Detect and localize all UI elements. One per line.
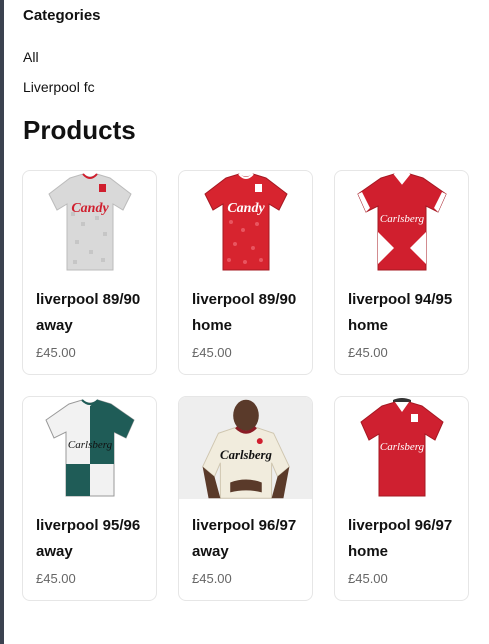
cream-carlsberg-shirt-model-icon: Carlsberg [202,399,290,499]
window-left-edge [0,0,4,644]
svg-text:Candy: Candy [71,201,109,216]
product-image: Carlsberg [23,397,156,499]
svg-text:Candy: Candy [227,201,265,216]
product-image: Carlsberg [179,397,312,499]
svg-text:Carlsberg: Carlsberg [67,439,112,451]
product-price: £45.00 [36,571,76,586]
product-name: liverpool 95/96 away [36,517,141,560]
svg-text:Carlsberg: Carlsberg [379,441,424,453]
red-candy-shirt-icon: Candy [203,173,288,271]
product-card[interactable]: Candy liverpool 89/90 home £45.00 [178,170,313,375]
product-card[interactable]: Carlsberg liverpool 94/95 home £45.00 [334,170,469,375]
product-card[interactable]: Carlsberg liverpool 96/97 home £45.00 [334,396,469,601]
product-price: £45.00 [348,345,388,360]
product-name: liverpool 96/97 away [192,517,297,560]
category-liverpool-fc-link[interactable]: Liverpool fc [23,79,95,95]
product-card[interactable]: Candy liverpool 89/90 away £45.00 [22,170,157,375]
products-grid: Candy liverpool 89/90 away £45.00 Candy … [22,170,472,604]
svg-text:Carlsberg: Carlsberg [220,448,273,462]
product-card[interactable]: Carlsberg liverpool 95/96 away £45.00 [22,396,157,601]
green-white-carlsberg-shirt-icon: Carlsberg [44,399,135,497]
product-name: liverpool 94/95 home [348,291,453,334]
svg-text:Carlsberg: Carlsberg [379,213,424,225]
product-card[interactable]: Carlsberg liverpool 96/97 away £45.00 [178,396,313,601]
categories-section: Categories All Liverpool fc [23,7,101,95]
red-carlsberg-chevron-shirt-icon: Carlsberg [356,173,447,271]
product-name: liverpool 89/90 home [192,291,297,334]
product-image: Candy [179,171,312,273]
product-image: Carlsberg [335,397,468,499]
grey-candy-shirt-icon: Candy [47,173,132,271]
product-name: liverpool 89/90 away [36,291,141,334]
product-price: £45.00 [348,571,388,586]
product-price: £45.00 [192,571,232,586]
categories-heading: Categories [23,7,101,24]
product-price: £45.00 [192,345,232,360]
product-image: Carlsberg [335,171,468,273]
product-image: Candy [23,171,156,273]
category-all-link[interactable]: All [23,49,39,65]
product-price: £45.00 [36,345,76,360]
product-name: liverpool 96/97 home [348,517,453,560]
red-carlsberg-shirt-icon: Carlsberg [359,398,444,497]
products-heading: Products [23,115,136,145]
